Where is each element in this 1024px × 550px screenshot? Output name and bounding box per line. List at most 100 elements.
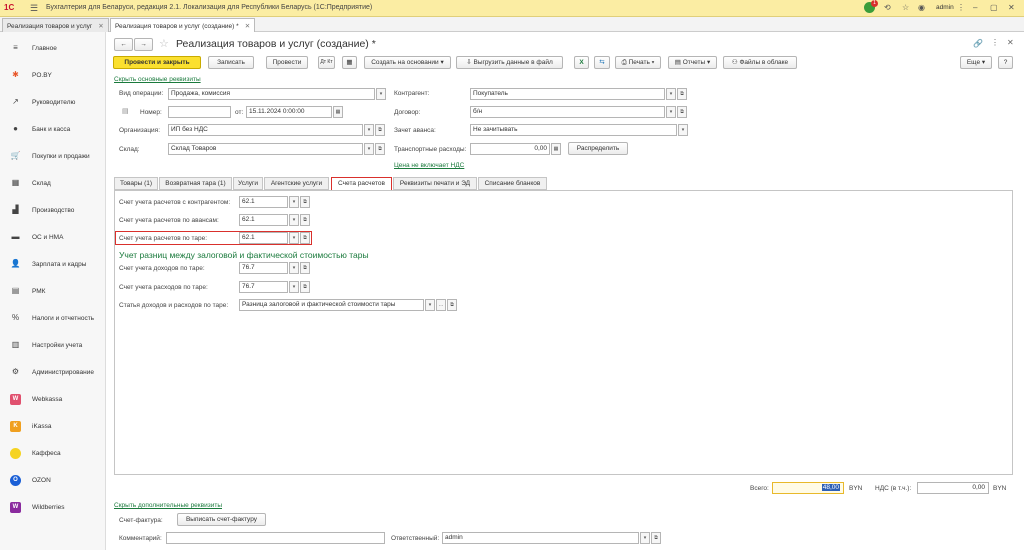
dt-kt-icon[interactable]: Дт Кт [318,56,335,69]
print-button[interactable]: ⎙ Печать ▾ [615,56,661,69]
income-account-field[interactable]: 76.7 [239,262,288,274]
open-link-icon[interactable]: ⧉ [300,281,310,293]
chevron-down-icon[interactable]: ▾ [376,88,386,100]
tab-sales-create[interactable]: Реализация товаров и услуг (создание) * ✕ [110,18,256,32]
maximize-icon[interactable]: ▢ [990,3,998,12]
sidebar-item-13[interactable]: W Webkassa [0,391,106,409]
open-link-icon[interactable]: ⧉ [651,532,661,544]
tab-goods[interactable]: Товары (1) [114,177,158,190]
tab-sales-list[interactable]: Реализация товаров и услуг ✕ [2,18,109,32]
tab-blank-writeoff[interactable]: Списание бланков [478,177,547,190]
chevron-down-icon[interactable]: ▾ [364,124,374,136]
sidebar-item-17[interactable]: W Wildberries [0,499,106,517]
sidebar-item-12[interactable]: ⚙ Администрирование [0,364,106,382]
chevron-down-icon[interactable]: ▾ [640,532,650,544]
favorite-star-icon[interactable]: ☆ [159,37,169,50]
sidebar-item-10[interactable]: % Налоги и отчетность [0,310,106,328]
calculator-icon[interactable]: ▦ [551,143,561,155]
post-button[interactable]: Провести [266,56,308,69]
close-tab-icon[interactable]: ✕ [245,23,250,30]
contractor-field[interactable]: Покупатель [470,88,665,100]
chevron-down-icon[interactable]: ▾ [666,106,676,118]
advance-offset-select[interactable]: Не зачитывать [470,124,677,136]
chevron-down-icon[interactable]: ▾ [678,124,688,136]
open-link-icon[interactable]: ⧉ [300,262,310,274]
create-based-on-button[interactable]: Создать на основании ▾ [364,56,451,69]
income-expense-article-field[interactable]: Разница залоговой и фактической стоимост… [239,299,424,311]
main-menu-icon[interactable]: ☰ [30,3,38,14]
vat-price-link[interactable]: Цена не включает НДС [394,162,464,169]
expense-account-field[interactable]: 76.7 [239,281,288,293]
forward-button[interactable]: → [134,38,153,51]
sidebar-item-16[interactable]: O OZON [0,472,106,490]
sidebar-item-14[interactable]: KiKassa [0,418,106,436]
tare-account-field[interactable]: 62.1 [239,232,288,244]
save-button[interactable]: Записать [208,56,254,69]
more-vertical-icon[interactable]: ⋮ [991,38,999,47]
responsible-field[interactable]: admin [442,532,639,544]
date-field[interactable]: 15.11.2024 0:00:00 [246,106,332,118]
open-link-icon[interactable]: ⧉ [447,299,457,311]
number-field[interactable] [168,106,231,118]
sidebar-item-1[interactable]: ✱ PO.BY [0,67,106,85]
structure-icon[interactable]: ▦ [342,56,357,69]
chevron-down-icon[interactable]: ▾ [289,281,299,293]
warehouse-field[interactable]: Склад Товаров [168,143,363,155]
contractor-account-field[interactable]: 62.1 [239,196,288,208]
distribute-button[interactable]: Распределить [568,142,628,155]
chevron-down-icon[interactable]: ▾ [289,262,299,274]
transport-costs-field[interactable]: 0,00 [470,143,550,155]
cloud-files-button[interactable]: ⚇ Файлы в облаке [723,56,797,69]
sidebar-item-11[interactable]: ▥ Настройки учета [0,337,106,355]
sidebar-item-0[interactable]: ≡ Главное [0,40,106,58]
open-link-icon[interactable]: ⧉ [300,196,310,208]
back-button[interactable]: ← [114,38,133,51]
contract-field[interactable]: б/н [470,106,665,118]
chevron-down-icon[interactable]: ▾ [289,232,299,244]
open-link-icon[interactable]: ⧉ [300,214,310,226]
open-link-icon[interactable]: ⧉ [375,143,385,155]
link-icon[interactable]: 🔗 [973,39,983,48]
calendar-icon[interactable]: ▦ [333,106,343,118]
open-link-icon[interactable]: ⧉ [677,88,687,100]
user-icon[interactable]: ◉ [918,3,925,12]
close-icon[interactable]: ✕ [1008,3,1015,12]
ellipsis-icon[interactable]: … [436,299,446,311]
sidebar-item-5[interactable]: ▦ Склад [0,175,106,193]
tab-services[interactable]: Услуги [233,177,263,190]
more-vertical-icon[interactable]: ⋮ [957,3,965,12]
sidebar-item-4[interactable]: 🛒 Покупки и продажи [0,148,106,166]
chevron-down-icon[interactable]: ▾ [364,143,374,155]
advance-account-field[interactable]: 62.1 [239,214,288,226]
open-link-icon[interactable]: ⧉ [375,124,385,136]
sidebar-item-15[interactable]: Каффеса [0,445,106,463]
post-and-close-button[interactable]: Провести и закрыть [113,56,201,69]
comment-field[interactable] [166,532,385,544]
hide-extra-details-link[interactable]: Скрыть дополнительные реквизиты [114,502,222,509]
sidebar-item-9[interactable]: ▤ РМК [0,283,106,301]
open-link-icon[interactable]: ⧉ [677,106,687,118]
minimize-icon[interactable]: – [973,3,977,12]
issue-invoice-button[interactable]: Выписать счет-фактуру [177,513,266,526]
sidebar-item-6[interactable]: ▟ Производство [0,202,106,220]
chevron-down-icon[interactable]: ▾ [289,214,299,226]
close-form-icon[interactable]: ✕ [1007,38,1014,47]
vat-total-field[interactable]: 0,00 [917,482,989,494]
sidebar-item-7[interactable]: ▬ ОС и НМА [0,229,106,247]
hide-main-details-link[interactable]: Скрыть основные реквизиты [114,76,201,83]
help-button[interactable]: ? [998,56,1013,69]
export-button[interactable]: ⇩ Выгрузить данные в файл [456,56,563,69]
close-tab-icon[interactable]: ✕ [98,23,103,30]
open-link-icon[interactable]: ⧉ [300,232,310,244]
tab-agent-services[interactable]: Агентские услуги [264,177,329,190]
exchange-icon[interactable]: ⇆ [594,56,610,69]
star-icon[interactable]: ☆ [902,3,909,12]
reports-button[interactable]: ▤ Отчеты ▾ [668,56,717,69]
total-field[interactable]: 48,00 [772,482,844,494]
tab-returnable-tare[interactable]: Возвратная тара (1) [159,177,232,190]
organization-field[interactable]: ИП без НДС [168,124,363,136]
chevron-down-icon[interactable]: ▾ [289,196,299,208]
user-name[interactable]: admin [936,4,954,11]
history-icon[interactable]: ⟲ [884,3,891,12]
sidebar-item-3[interactable]: ● Банк и касса [0,121,106,139]
